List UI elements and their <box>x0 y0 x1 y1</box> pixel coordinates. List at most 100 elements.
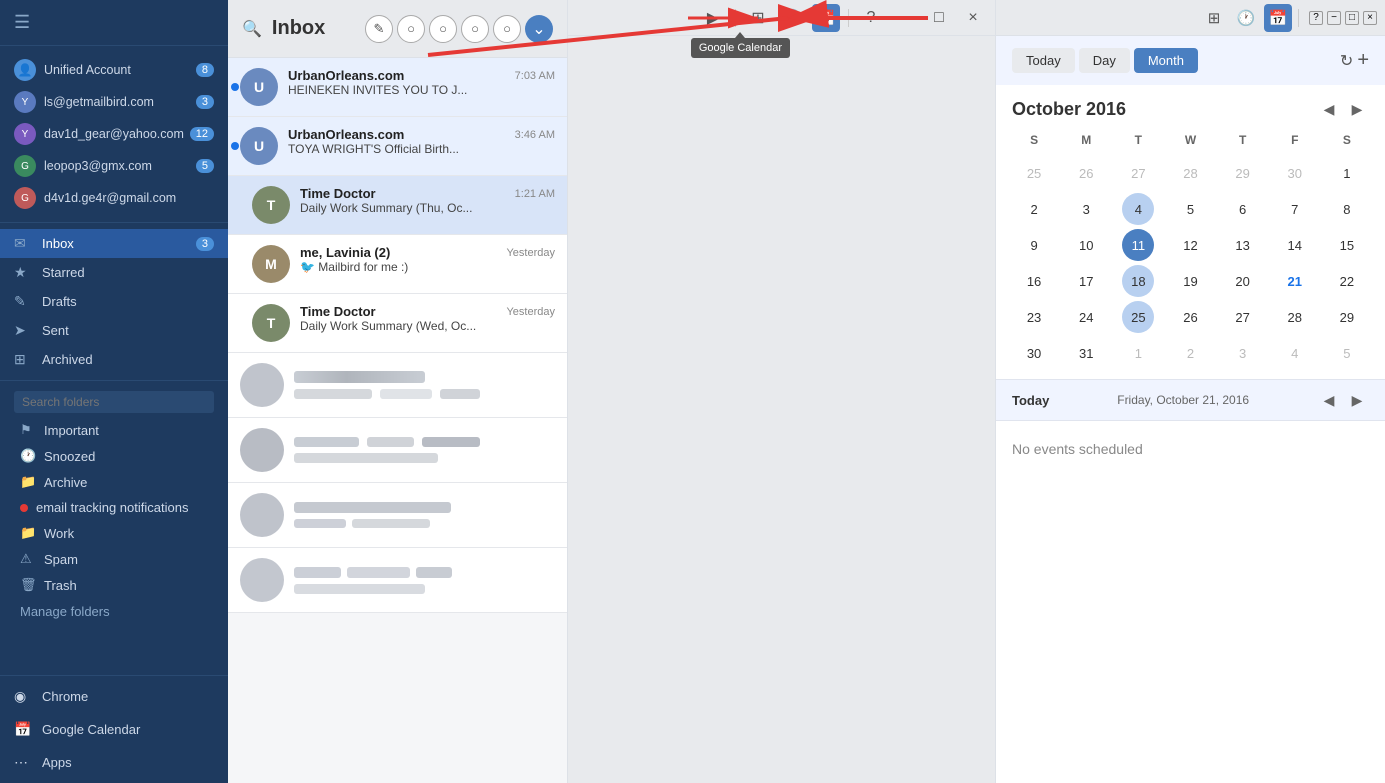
email-item-4[interactable]: T Time Doctor Yesterday Daily Work Summa… <box>228 294 567 353</box>
grid-icon[interactable]: ⊞ <box>744 4 772 32</box>
cal-grid-icon[interactable]: ⊞ <box>1200 4 1228 32</box>
email-item-0[interactable]: U UrbanOrleans.com 7:03 AM HEINEKEN INVI… <box>228 58 567 117</box>
folder-item-email-tracking[interactable]: email tracking notifications <box>0 495 228 520</box>
cal-day-11[interactable]: 11 <box>1122 229 1154 261</box>
dropdown-button[interactable]: ⌄ <box>525 15 553 43</box>
filter-button-1[interactable]: ○ <box>397 15 425 43</box>
today-prev-btn[interactable]: ◀ <box>1317 388 1341 412</box>
minimize-icon[interactable]: − <box>891 4 919 32</box>
cal-day-29[interactable]: 29 <box>1331 301 1363 333</box>
cal-day-4[interactable]: 4 <box>1122 193 1154 225</box>
cal-day-1-nov[interactable]: 1 <box>1122 337 1154 369</box>
cal-close-btn[interactable]: × <box>1363 11 1377 25</box>
account-item-unified[interactable]: 👤 Unified Account 8 <box>0 54 228 86</box>
nav-item-starred[interactable]: ★ Starred <box>0 258 228 287</box>
email-item-3[interactable]: M me, Lavinia (2) Yesterday 🐦 Mailbird f… <box>228 235 567 294</box>
tab-today[interactable]: Today <box>1012 48 1075 73</box>
month-prev-btn[interactable]: ◀ <box>1317 97 1341 121</box>
cal-day-12[interactable]: 12 <box>1174 229 1206 261</box>
clock-icon[interactable]: 🕐 <box>778 4 806 32</box>
cal-day-10[interactable]: 10 <box>1070 229 1102 261</box>
month-next-btn[interactable]: ▶ <box>1345 97 1369 121</box>
cal-day-1[interactable]: 1 <box>1331 157 1363 189</box>
filter-button-3[interactable]: ○ <box>461 15 489 43</box>
cal-day-25-sep[interactable]: 25 <box>1018 157 1050 189</box>
account-item-d4v1d[interactable]: G d4v1d.ge4r@gmail.com <box>0 182 228 214</box>
cal-day-3-nov[interactable]: 3 <box>1227 337 1259 369</box>
cal-day-25[interactable]: 25 <box>1122 301 1154 333</box>
cal-day-26[interactable]: 26 <box>1174 301 1206 333</box>
cal-day-24[interactable]: 24 <box>1070 301 1102 333</box>
nav-item-inbox[interactable]: ✉ Inbox 3 <box>0 229 228 258</box>
cal-day-20[interactable]: 20 <box>1227 265 1259 297</box>
maximize-icon[interactable]: □ <box>925 4 953 32</box>
folder-item-important[interactable]: ⚑ Important <box>0 417 228 443</box>
account-item-ls[interactable]: Y ls@getmailbird.com 3 <box>0 86 228 118</box>
cal-maximize-btn[interactable]: □ <box>1345 11 1359 25</box>
search-folders-input[interactable] <box>14 391 214 413</box>
cal-day-18[interactable]: 18 <box>1122 265 1154 297</box>
cal-day-19[interactable]: 19 <box>1174 265 1206 297</box>
account-item-dav1d[interactable]: Y dav1d_gear@yahoo.com 12 <box>0 118 228 150</box>
cal-day-14[interactable]: 14 <box>1279 229 1311 261</box>
today-next-btn[interactable]: ▶ <box>1345 388 1369 412</box>
cal-day-21[interactable]: 21 <box>1279 265 1311 297</box>
cal-day-5[interactable]: 5 <box>1174 193 1206 225</box>
folder-item-archive[interactable]: 📁 Archive <box>0 469 228 495</box>
compose-button[interactable]: ✎ <box>365 15 393 43</box>
close-icon[interactable]: × <box>959 4 987 32</box>
cal-day-28-sep[interactable]: 28 <box>1174 157 1206 189</box>
tab-month[interactable]: Month <box>1134 48 1198 73</box>
email-item-2[interactable]: T Time Doctor 1:21 AM Daily Work Summary… <box>228 176 567 235</box>
help-icon[interactable]: ? <box>857 4 885 32</box>
folder-item-work[interactable]: 📁 Work <box>0 520 228 546</box>
cal-day-7[interactable]: 7 <box>1279 193 1311 225</box>
cal-day-28[interactable]: 28 <box>1279 301 1311 333</box>
cal-day-13[interactable]: 13 <box>1227 229 1259 261</box>
tab-day[interactable]: Day <box>1079 48 1130 73</box>
cal-day-15[interactable]: 15 <box>1331 229 1363 261</box>
cal-day-2-nov[interactable]: 2 <box>1174 337 1206 369</box>
cal-clock-icon[interactable]: 🕐 <box>1232 4 1260 32</box>
bottom-item-google-calendar[interactable]: 📅 Google Calendar <box>0 713 228 746</box>
cal-day-8[interactable]: 8 <box>1331 193 1363 225</box>
cal-day-30-sep[interactable]: 30 <box>1279 157 1311 189</box>
cal-day-3[interactable]: 3 <box>1070 193 1102 225</box>
bottom-item-apps[interactable]: ⋯ Apps <box>0 746 228 779</box>
cal-day-4-nov[interactable]: 4 <box>1279 337 1311 369</box>
cal-help-btn[interactable]: ? <box>1309 11 1323 25</box>
cal-day-9[interactable]: 9 <box>1018 229 1050 261</box>
account-item-leopop[interactable]: G leopop3@gmx.com 5 <box>0 150 228 182</box>
folder-item-spam[interactable]: ⚠ Spam <box>0 546 228 572</box>
folder-item-snoozed[interactable]: 🕐 Snoozed <box>0 443 228 469</box>
cal-calendar-icon[interactable]: 📅 <box>1264 4 1292 32</box>
calendar-icon[interactable]: 📅 <box>812 4 840 32</box>
filter-button-2[interactable]: ○ <box>429 15 457 43</box>
filter-button-4[interactable]: ○ <box>493 15 521 43</box>
cal-day-30[interactable]: 30 <box>1018 337 1050 369</box>
search-button[interactable]: 🔍 <box>242 19 262 39</box>
cal-day-23[interactable]: 23 <box>1018 301 1050 333</box>
cal-day-22[interactable]: 22 <box>1331 265 1363 297</box>
cal-day-27-sep[interactable]: 27 <box>1122 157 1154 189</box>
cal-day-17[interactable]: 17 <box>1070 265 1102 297</box>
nav-item-drafts[interactable]: ✎ Drafts <box>0 287 228 316</box>
hamburger-icon[interactable]: ☰ <box>14 12 30 33</box>
cal-day-16[interactable]: 16 <box>1018 265 1050 297</box>
bottom-item-chrome[interactable]: ◉ Chrome <box>0 680 228 713</box>
cal-day-27[interactable]: 27 <box>1227 301 1259 333</box>
cal-minimize-btn[interactable]: − <box>1327 11 1341 25</box>
cal-day-2[interactable]: 2 <box>1018 193 1050 225</box>
cal-day-31[interactable]: 31 <box>1070 337 1102 369</box>
cal-refresh-btn[interactable]: ↻ <box>1340 51 1353 71</box>
cal-day-29-sep[interactable]: 29 <box>1227 157 1259 189</box>
cal-add-btn[interactable]: + <box>1357 49 1369 72</box>
email-item-1[interactable]: U UrbanOrleans.com 3:46 AM TOYA WRIGHT'S… <box>228 117 567 176</box>
cal-day-5-nov[interactable]: 5 <box>1331 337 1363 369</box>
nav-item-archived[interactable]: ⊞ Archived <box>0 345 228 374</box>
expand-icon[interactable]: ▶ <box>699 4 727 32</box>
nav-item-sent[interactable]: ➤ Sent <box>0 316 228 345</box>
folder-item-trash[interactable]: 🗑 Trash <box>0 572 228 598</box>
cal-day-6[interactable]: 6 <box>1227 193 1259 225</box>
cal-day-26-sep[interactable]: 26 <box>1070 157 1102 189</box>
